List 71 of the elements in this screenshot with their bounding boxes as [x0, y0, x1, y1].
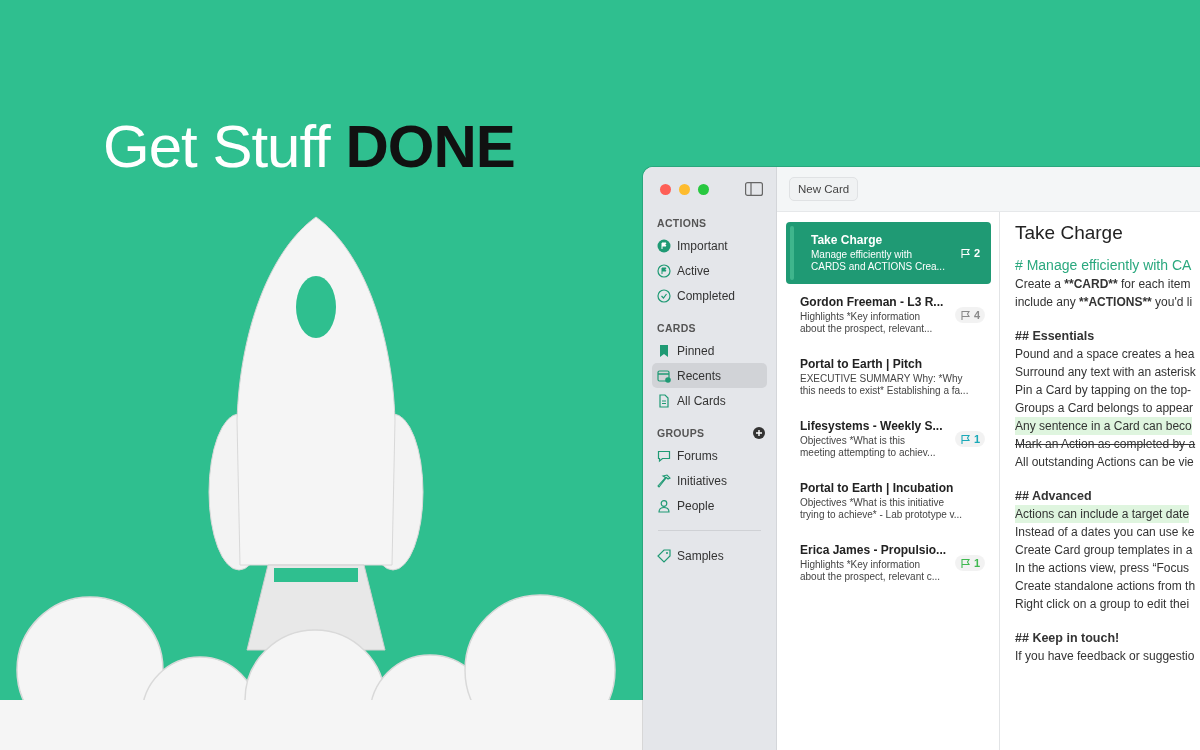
flag-circle-icon — [657, 238, 671, 253]
text-line: All outstanding Actions can be vie — [1015, 454, 1194, 471]
bookmark-icon — [657, 343, 671, 358]
text-line: Mark an Action as completed by a — [1015, 436, 1196, 453]
calendar-icon — [657, 368, 671, 383]
new-card-button[interactable]: New Card — [789, 177, 859, 201]
text-line: Create Card group templates in a — [1015, 542, 1193, 559]
sidebar-item[interactable]: Samples — [652, 543, 767, 568]
card-title-heading: Take Charge — [1015, 222, 1124, 244]
add-icon[interactable] — [753, 427, 765, 439]
card-list-item[interactable]: Take Charge Manage efficiently with CARDS and ACTIONS Crea... 2 — [786, 222, 991, 284]
text-line: Create a **CARD** for each item — [1015, 276, 1191, 293]
hammer-icon — [657, 473, 671, 488]
card-title: Erica James - Propulsio... — [800, 542, 948, 557]
text-line: ## Keep in touch! — [1015, 630, 1120, 647]
sidebar-toggle-icon[interactable] — [745, 182, 763, 196]
sidebar-item[interactable]: Active — [652, 258, 767, 283]
flag-count-badge: 4 — [954, 307, 985, 323]
section-title: CARDS — [657, 322, 696, 334]
document-icon — [657, 393, 671, 408]
tag-icon — [657, 548, 671, 563]
card-list-item[interactable]: Gordon Freeman - L3 R... Highlights *Key information about the prospect, relevant... 4 — [786, 284, 991, 346]
text-line: If you have feedback or suggestio — [1015, 648, 1195, 665]
card-preview: Objectives *What is this meeting attempting to achiev... — [800, 434, 937, 460]
text-line: Instead of a dates you can use ke — [1015, 524, 1195, 541]
text-line: Groups a Card belongs to appear — [1015, 400, 1194, 417]
card-title: Portal to Earth | Pitch — [800, 356, 924, 371]
text-line: Pin a Card by tapping on the top- — [1015, 382, 1192, 399]
card-preview: Objectives *What is this initiative trying to achieve* - Lab prototype v... — [800, 496, 964, 522]
speech-bubble-icon — [657, 448, 671, 463]
sidebar-item[interactable]: Forums — [652, 443, 767, 468]
text-line: include any **ACTIONS** you'd li — [1015, 294, 1193, 311]
sidebar-item[interactable]: Completed — [652, 283, 767, 308]
minimize-button[interactable] — [679, 183, 690, 195]
card-preview: Manage efficiently with CARDS and ACTIONS Crea... — [811, 248, 946, 274]
text-line: # Manage efficiently with CA — [1015, 256, 1192, 275]
headline: Get Stuff DONE — [103, 112, 515, 181]
check-circle-icon — [657, 288, 671, 303]
sidebar-item[interactable]: Pinned — [652, 338, 767, 363]
sidebar-item[interactable]: All Cards — [652, 388, 767, 413]
card-title: Gordon Freeman - L3 R... — [800, 294, 945, 309]
text-line: ## Advanced — [1015, 488, 1092, 505]
card-preview: Highlights *Key information about the prospect, relevant c... — [800, 558, 942, 584]
card-list-item[interactable]: Erica James - Propulsio... Highlights *Key information about the prospect, relevant c... 1 — [786, 532, 991, 594]
flag-count-badge: 1 — [954, 431, 985, 447]
sidebar-item[interactable]: Important — [652, 233, 767, 258]
text-line: Surround any text with an asterisk — [1015, 364, 1196, 381]
maximize-button[interactable] — [698, 183, 709, 195]
text-line: In the actions view, press “Focus — [1015, 560, 1190, 577]
text-line: Pound and a space creates a hea — [1015, 346, 1195, 363]
card-preview: EXECUTIVE SUMMARY Why: *Why this needs to exist* Establishing a fa... — [800, 372, 970, 398]
sidebar-item[interactable]: Recents — [652, 363, 767, 388]
card-title: Take Charge — [811, 232, 884, 247]
card-list-item[interactable]: Lifesystems - Weekly S... Objectives *What is this meeting attempting to achiev... 1 — [786, 408, 991, 470]
sidebar-item[interactable]: People — [652, 493, 767, 518]
close-button[interactable] — [660, 183, 671, 195]
card-title: Portal to Earth | Incubation — [800, 480, 955, 495]
sidebar-item[interactable]: Initiatives — [652, 468, 767, 493]
text-line: Create standalone actions from th — [1015, 578, 1196, 595]
card-list-item[interactable]: Portal to Earth | Pitch EXECUTIVE SUMMARY Why: *Why this needs to exist* Establishing a fa... — [786, 346, 991, 408]
section-title: ACTIONS — [657, 217, 707, 229]
card-list-item[interactable]: Portal to Earth | Incubation Objectives *What is this initiative trying to achieve* - Lab prototype v... — [786, 470, 991, 532]
text-line: ## Essentials — [1015, 328, 1095, 345]
card-preview: Highlights *Key information about the prospect, relevant... — [800, 310, 934, 336]
flag-count-badge: 2 — [954, 245, 985, 261]
person-icon — [657, 498, 671, 513]
section-title: GROUPS — [657, 427, 705, 439]
text-line: Right click on a group to edit thei — [1015, 596, 1190, 613]
flag-count-badge: 1 — [954, 555, 985, 571]
flag-ring-icon — [657, 263, 671, 278]
card-title: Lifesystems - Weekly S... — [800, 418, 944, 433]
